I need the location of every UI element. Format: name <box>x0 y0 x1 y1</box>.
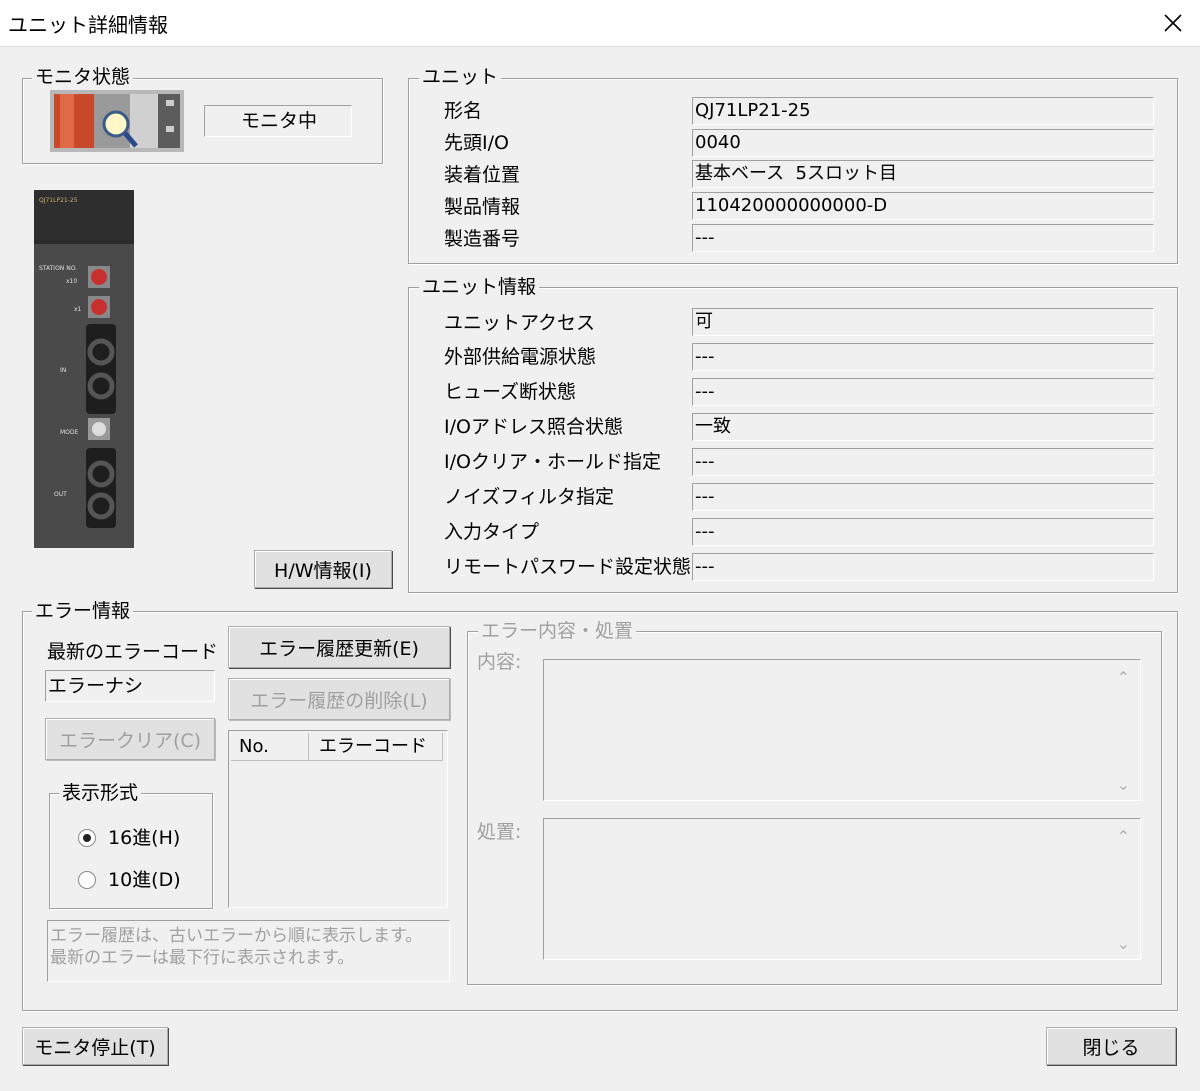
module-image: QJ71LP21-25 STATION NO. x10 x1 IN MODE O… <box>34 190 134 548</box>
info-value-input-type: --- <box>692 518 1154 546</box>
unit-info-group-label: ユニット情報 <box>419 276 540 298</box>
scroll-down-icon[interactable]: ⌄ <box>1117 775 1130 794</box>
monitor-status-label: モニタ状態 <box>32 66 134 88</box>
radio-hex[interactable]: 16進(H) <box>78 826 180 850</box>
info-label-io-clear-hold: I/Oクリア・ホールド指定 <box>444 451 661 473</box>
radio-hex-label: 16進(H) <box>108 827 181 849</box>
info-value-io-address: 一致 <box>692 413 1154 441</box>
svg-text:MODE: MODE <box>60 429 79 436</box>
radio-dec[interactable]: 10進(D) <box>78 868 181 892</box>
error-info-group-label: エラー情報 <box>32 600 134 622</box>
module-model-text: QJ71LP21-25 <box>39 197 78 204</box>
error-action-label: 処置: <box>477 821 522 843</box>
close-icon[interactable] <box>1150 0 1196 46</box>
unit-label-serial: 製造番号 <box>444 228 521 250</box>
unit-label-slot: 装着位置 <box>444 164 521 186</box>
info-label-noise-filter: ノイズフィルタ指定 <box>444 486 615 508</box>
svg-text:x10: x10 <box>66 278 77 285</box>
error-history-table[interactable]: No. エラーコード <box>228 730 448 908</box>
info-value-remote-password: --- <box>692 553 1154 581</box>
unit-label-product-info: 製品情報 <box>444 196 521 218</box>
note-line-2: 最新のエラーは最下行に表示されます。 <box>50 948 355 968</box>
display-format-label: 表示形式 <box>59 782 142 804</box>
svg-text:IN: IN <box>60 367 66 374</box>
info-value-noise-filter: --- <box>692 483 1154 511</box>
unit-value-product-info: 110420000000000-D <box>692 192 1154 220</box>
scroll-up-icon[interactable]: ⌃ <box>1117 827 1130 846</box>
error-content-box[interactable]: ⌃ ⌄ <box>543 659 1141 801</box>
unit-label-start-io: 先頭I/O <box>444 132 509 154</box>
error-content-label: 内容: <box>477 651 522 673</box>
unit-value-serial: --- <box>692 224 1154 252</box>
close-button[interactable]: 閉じる <box>1046 1027 1176 1065</box>
latest-error-label: 最新のエラーコード <box>47 641 219 663</box>
unit-value-slot: 基本ベース 5スロット目 <box>692 160 1154 188</box>
title-bar: ユニット詳細情報 <box>0 0 1200 47</box>
latest-error-field: エラーナシ <box>45 670 215 702</box>
unit-value-start-io: 0040 <box>692 129 1154 157</box>
monitor-status-field: モニタ中 <box>204 105 352 137</box>
table-header-error-code[interactable]: エラーコード <box>309 733 443 761</box>
info-value-io-clear-hold: --- <box>692 448 1154 476</box>
scroll-down-icon[interactable]: ⌄ <box>1117 934 1130 953</box>
info-label-input-type: 入力タイプ <box>444 521 540 543</box>
window-title: ユニット詳細情報 <box>8 13 168 37</box>
unit-label-model: 形名 <box>444 100 483 122</box>
info-value-fuse: --- <box>692 378 1154 406</box>
scroll-up-icon[interactable]: ⌃ <box>1117 668 1130 687</box>
hw-info-button[interactable]: H/W情報(I) <box>254 550 392 588</box>
error-detail-label: エラー内容・処置 <box>478 620 637 642</box>
info-label-remote-password: リモートパスワード設定状態 <box>444 556 692 578</box>
info-label-access: ユニットアクセス <box>444 312 596 334</box>
radio-hex-button[interactable] <box>78 829 96 847</box>
info-label-io-address: I/Oアドレス照合状態 <box>444 416 623 438</box>
unit-group-label: ユニット <box>419 66 502 88</box>
module-station-label: STATION NO. <box>39 265 77 272</box>
note-line-1: エラー履歴は、古いエラーから順に表示します。 <box>50 926 423 946</box>
info-label-ext-power: 外部供給電源状態 <box>444 346 597 368</box>
radio-dec-button[interactable] <box>78 871 96 889</box>
monitor-stop-button[interactable]: モニタ停止(T) <box>22 1027 168 1065</box>
error-history-note: エラー履歴は、古いエラーから順に表示します。 最新のエラーは最下行に表示されます… <box>47 920 450 982</box>
error-clear-button[interactable]: エラークリア(C) <box>45 718 215 760</box>
table-header-no[interactable]: No. <box>231 733 309 761</box>
radio-dec-label: 10進(D) <box>108 869 181 891</box>
error-action-box[interactable]: ⌃ ⌄ <box>543 818 1141 960</box>
monitor-icon <box>50 90 184 152</box>
info-value-access: 可 <box>692 308 1154 336</box>
info-label-fuse: ヒューズ断状態 <box>444 381 577 403</box>
error-history-update-button[interactable]: エラー履歴更新(E) <box>228 626 450 668</box>
info-value-ext-power: --- <box>692 343 1154 371</box>
svg-text:OUT: OUT <box>54 491 67 498</box>
svg-text:x1: x1 <box>74 306 82 313</box>
unit-value-model: QJ71LP21-25 <box>692 97 1154 125</box>
error-history-delete-button[interactable]: エラー履歴の削除(L) <box>228 678 450 720</box>
